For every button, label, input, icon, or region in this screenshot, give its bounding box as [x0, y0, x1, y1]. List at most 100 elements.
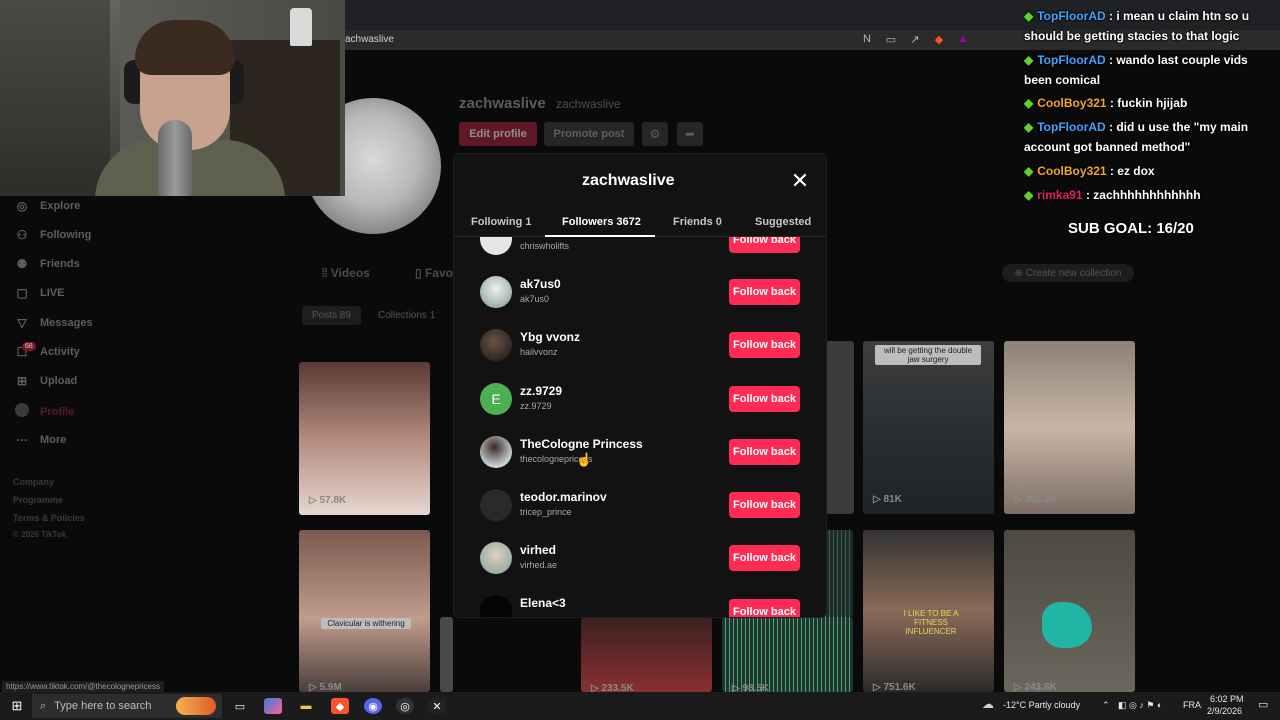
tab-followers[interactable]: Followers 3672: [562, 216, 641, 228]
discord-icon[interactable]: ◉: [364, 698, 382, 714]
follower-list[interactable]: chriswholifts Follow back ak7us0 ak7us0 …: [454, 237, 826, 617]
webcam-background-door: [0, 0, 110, 196]
video-thumbnail[interactable]: [826, 341, 854, 514]
video-thumbnail[interactable]: ▷ 233.5K: [581, 617, 712, 692]
follow-back-button[interactable]: Follow back: [729, 492, 800, 518]
tab-videos[interactable]: ⦙⦙ Videos: [322, 266, 370, 281]
sidebar-item-live[interactable]: ▢ LIVE: [14, 286, 64, 300]
address-bar-icons: N ▭ ↗ ◆ ▲: [860, 33, 970, 46]
clock-time[interactable]: 6:02 PM: [1210, 694, 1244, 704]
tab-friends[interactable]: Friends 0: [673, 216, 722, 228]
chip-posts[interactable]: Posts 89: [302, 306, 361, 325]
brave-shield-icon[interactable]: ◆: [932, 33, 946, 46]
sidebar-item-explore[interactable]: ◎ Explore: [14, 199, 81, 213]
follower-name[interactable]: Ybg vvonz: [520, 330, 580, 344]
footer-programme[interactable]: Programme: [13, 495, 63, 505]
file-explorer-icon[interactable]: ▬: [297, 698, 315, 714]
avatar[interactable]: [480, 237, 512, 255]
translate-icon[interactable]: N: [860, 33, 874, 46]
chat-message: ◆ CoolBoy321 : fuckin hjijab: [1024, 96, 1188, 110]
follow-back-button[interactable]: Follow back: [729, 439, 800, 465]
avatar[interactable]: [480, 595, 512, 617]
sidebar-item-following[interactable]: ⚇ Following: [14, 228, 92, 242]
close-icon[interactable]: ✕: [788, 170, 812, 194]
chat-text: fuckin hjijab: [1117, 96, 1188, 110]
video-thumbnail[interactable]: ▷ 362.3K: [1004, 341, 1135, 514]
video-thumbnail[interactable]: ▷ 57.8K: [299, 362, 430, 515]
sidebar-item-friends[interactable]: ⚉ Friends: [14, 257, 80, 271]
video-thumbnail[interactable]: [440, 617, 453, 692]
windows-start-icon[interactable]: ⊞: [8, 698, 26, 714]
chip-collections[interactable]: Collections 1: [368, 306, 445, 325]
follow-back-button[interactable]: Follow back: [729, 599, 800, 617]
sidebar-item-more[interactable]: ··· More: [14, 433, 66, 447]
create-collection-button[interactable]: ⊕ Create new collection: [1002, 264, 1134, 282]
weather-text[interactable]: -12°C Partly cloudy: [1003, 700, 1080, 710]
video-thumbnail[interactable]: ▷ 243.8K: [1004, 530, 1135, 692]
avatar[interactable]: [480, 489, 512, 521]
avatar[interactable]: [480, 436, 512, 468]
task-view-icon[interactable]: ▭: [231, 698, 249, 714]
tab-favourites[interactable]: ▯ Favourites: [415, 266, 453, 280]
follow-back-button[interactable]: Follow back: [729, 545, 800, 571]
sidebar-item-label: LIVE: [40, 287, 65, 299]
sidebar-item-upload[interactable]: ⊞ Upload: [14, 374, 77, 388]
follower-handle: zz.9729: [520, 401, 552, 411]
follow-back-button[interactable]: Follow back: [729, 332, 800, 358]
share-profile-icon[interactable]: ➦: [677, 122, 703, 146]
follower-name[interactable]: virhed: [520, 543, 556, 557]
avatar[interactable]: E: [480, 383, 512, 415]
avatar[interactable]: [480, 276, 512, 308]
sidebar-item-profile[interactable]: Profile: [14, 403, 74, 420]
cast-icon[interactable]: ▭: [884, 33, 898, 46]
follow-back-button[interactable]: Follow back: [729, 237, 800, 253]
tab-following[interactable]: Following 1: [471, 216, 532, 228]
plus-icon: ⊕: [1014, 267, 1026, 279]
footer-company[interactable]: Company: [13, 477, 54, 487]
video-caption: I LIKE TO BE A FITNESS INFLUENCER: [903, 609, 959, 636]
video-thumbnail[interactable]: I LIKE TO BE A FITNESS INFLUENCER ▷ 751.…: [863, 530, 994, 692]
video-thumbnail[interactable]: ▷ 98.5K: [722, 617, 853, 692]
streamer-hair: [135, 20, 235, 75]
follower-name[interactable]: ak7us0: [520, 277, 561, 291]
bookmark-icon: ▯: [415, 266, 425, 280]
edit-profile-button[interactable]: Edit profile: [459, 122, 537, 146]
microphone-icon: [158, 120, 192, 196]
follow-back-button[interactable]: Follow back: [729, 386, 800, 412]
status-url: https://www.tiktok.com/@thecologneprices…: [2, 681, 164, 692]
sidebar-item-label: Upload: [40, 375, 78, 387]
chat-badge-icon: ◆: [1024, 120, 1034, 134]
view-count: ▷ 362.3K: [1014, 494, 1057, 505]
tray-chevron-icon[interactable]: ⌃: [1102, 700, 1110, 711]
promote-post-button[interactable]: Promote post: [544, 122, 634, 146]
avatar[interactable]: [480, 329, 512, 361]
video-thumbnail[interactable]: Clavicular is withering ▷ 5.9M: [299, 530, 430, 692]
brave-icon[interactable]: ◆: [331, 698, 349, 714]
follower-name[interactable]: zz.9729: [520, 384, 562, 398]
obs-icon[interactable]: ◎: [396, 698, 414, 714]
chat-badge-icon: ◆: [1024, 96, 1034, 110]
follower-name[interactable]: TheCologne Princess: [520, 437, 643, 451]
activity-badge: 68: [22, 342, 36, 351]
brave-rewards-icon[interactable]: ▲: [956, 33, 970, 46]
follower-name[interactable]: teodor.marinov: [520, 490, 607, 504]
notifications-icon[interactable]: ▭: [1258, 698, 1268, 711]
tab-suggested[interactable]: Suggested: [755, 216, 811, 228]
view-count: ▷ 98.5K: [732, 683, 770, 692]
url-text[interactable]: zachwaslive: [340, 34, 394, 45]
avatar[interactable]: [480, 542, 512, 574]
language-indicator[interactable]: FRA: [1183, 700, 1201, 710]
video-thumbnail[interactable]: will be getting the double jaw surgery ▷…: [863, 341, 994, 514]
sidebar-item-label: Profile: [40, 405, 75, 418]
share-icon[interactable]: ↗: [908, 33, 922, 46]
capcut-icon[interactable]: ✕: [428, 698, 446, 714]
tray-icons[interactable]: ◧ ◎ ♪ ⚑ ◐: [1118, 700, 1162, 711]
follower-name[interactable]: Elena<3: [520, 596, 566, 610]
chat-message: ◆ TopFloorAD : i mean u claim htn so u sh…: [1024, 9, 1250, 43]
settings-icon[interactable]: ⚙: [642, 122, 668, 146]
sidebar-item-messages[interactable]: ▽ Messages: [14, 316, 92, 330]
follow-back-button[interactable]: Follow back: [729, 279, 800, 305]
footer-terms[interactable]: Terms & Policies: [13, 513, 85, 523]
copilot-icon[interactable]: [264, 698, 282, 714]
clock-date[interactable]: 2/9/2026: [1207, 706, 1242, 716]
